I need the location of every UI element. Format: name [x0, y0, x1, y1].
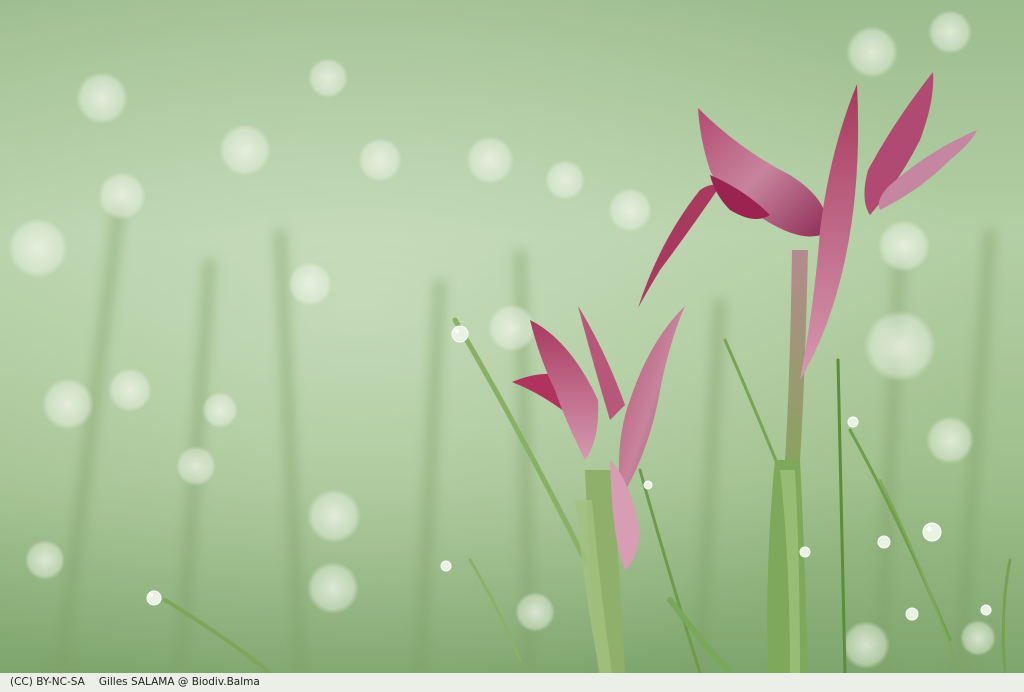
credit-bar: (CC) BY-NC-SA Gilles SALAMA @ Biodiv.Bal…: [0, 673, 1024, 692]
photographer-credit: Gilles SALAMA @ Biodiv.Balma: [98, 676, 260, 688]
license-label: (CC) BY-NC-SA: [10, 676, 85, 688]
orchid-photo: [0, 0, 1024, 673]
